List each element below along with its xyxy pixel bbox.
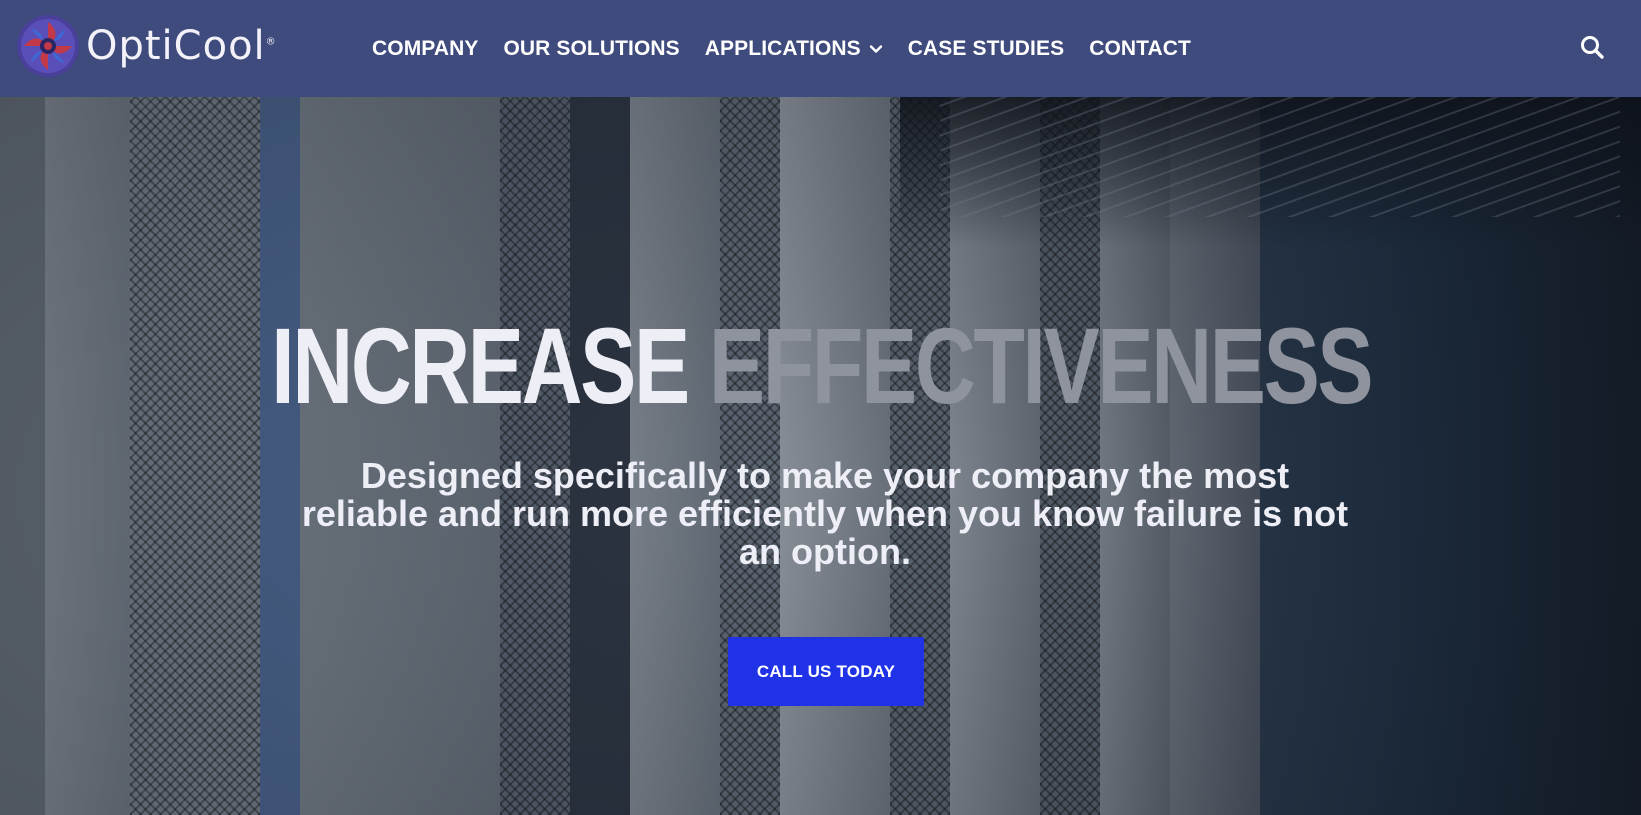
headline-word-effectiveness: EFFECTIVENESS: [708, 305, 1374, 426]
logo-fan-icon: [17, 15, 79, 77]
logo-trademark: ®: [265, 36, 277, 48]
search-icon[interactable]: [1579, 34, 1605, 60]
nav-case-studies[interactable]: CASE STUDIES: [908, 37, 1064, 61]
nav-our-solutions-label: OUR SOLUTIONS: [503, 36, 680, 60]
chevron-down-icon: [869, 44, 882, 53]
hero-subtitle: Designed specifically to make your compa…: [301, 455, 1349, 572]
nav-applications-label: APPLICATIONS: [704, 36, 861, 60]
hero-headline: INCREASE EFFECTIVENESS: [181, 312, 1461, 420]
headline-word-increase: INCREASE: [271, 305, 690, 426]
nav-company-label: COMPANY: [372, 36, 479, 60]
nav-contact[interactable]: CONTACT: [1089, 37, 1191, 61]
site-logo[interactable]: OptiCool®: [16, 14, 277, 78]
cta-label: CALL US TODAY: [756, 661, 896, 681]
main-nav: COMPANY OUR SOLUTIONS APPLICATIONS CASE …: [372, 0, 1216, 97]
call-us-today-button[interactable]: CALL US TODAY: [728, 637, 924, 706]
nav-company[interactable]: COMPANY: [372, 37, 478, 61]
nav-case-studies-label: CASE STUDIES: [907, 36, 1065, 60]
nav-applications[interactable]: APPLICATIONS: [705, 37, 883, 61]
site-header: OptiCool® COMPANY OUR SOLUTIONS APPLICAT…: [0, 0, 1641, 97]
logo-text: OptiCool®: [86, 23, 277, 69]
nav-contact-label: CONTACT: [1089, 36, 1191, 60]
nav-our-solutions[interactable]: OUR SOLUTIONS: [503, 37, 679, 61]
hero-section: INCREASE EFFECTIVENESS Designed specific…: [0, 97, 1641, 815]
